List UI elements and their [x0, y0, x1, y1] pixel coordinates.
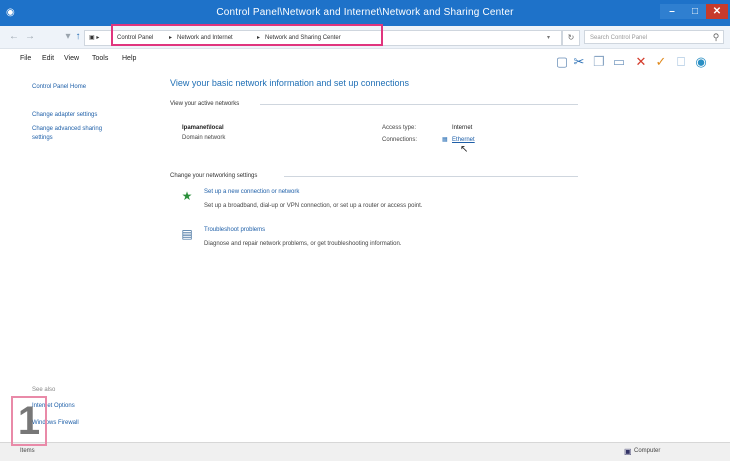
address-dropdown-icon[interactable]: ▾ [547, 34, 550, 42]
menu-help[interactable]: Help [122, 55, 136, 63]
setup-connection-link[interactable]: Set up a new connection or network [204, 189, 299, 195]
section-divider [284, 176, 578, 177]
connections-label: Connections: [382, 137, 418, 143]
step-number: 1 [17, 399, 41, 443]
menu-edit[interactable]: Edit [42, 55, 54, 63]
help-icon[interactable]: ◉ [694, 55, 708, 69]
menu-file[interactable]: File [20, 55, 31, 63]
access-type-value: Internet [452, 125, 473, 131]
close-button[interactable]: ✕ [706, 4, 728, 19]
address-highlight-box [111, 24, 383, 46]
delete-icon[interactable]: ✕ [634, 55, 648, 69]
troubleshoot-icon: ▤ [181, 227, 193, 241]
computer-icon: ▣ [624, 447, 632, 456]
page-title: View your basic network information and … [170, 78, 409, 88]
minimize-button[interactable]: – [660, 4, 684, 19]
menu-tools[interactable]: Tools [92, 55, 108, 63]
sidebar-change-adapter-settings[interactable]: Change adapter settings [32, 111, 97, 119]
setup-connection-desc: Set up a broadband, dial-up or VPN conne… [204, 203, 423, 209]
network-type: Domain network [182, 135, 226, 141]
step-marker: 1 [11, 396, 47, 446]
sidebar-change-advanced-sharing-2[interactable]: settings [32, 134, 53, 142]
new-connection-icon: ★ [181, 189, 193, 203]
up-icon[interactable]: ↑ [72, 31, 84, 43]
main-content: View your basic network information and … [160, 69, 730, 442]
status-zone: Computer [634, 448, 661, 454]
menu-view[interactable]: View [64, 55, 79, 63]
sidebar-change-advanced-sharing[interactable]: Change advanced sharing [32, 125, 102, 133]
section-divider [260, 104, 578, 105]
see-also-heading: See also [32, 387, 56, 393]
change-settings-label: Change your networking settings [170, 173, 258, 179]
status-bar: Items ▣ Computer [0, 442, 730, 461]
status-items: Items [20, 448, 35, 454]
window: ◉ Control Panel\Network and Internet\Net… [0, 0, 730, 461]
check-icon[interactable]: ✓ [654, 55, 668, 69]
sidebar-control-panel-home[interactable]: Control Panel Home [32, 83, 86, 91]
cut-icon[interactable]: ✂ [572, 55, 586, 69]
sidebar: Control Panel Home Change adapter settin… [0, 69, 160, 442]
access-type-label: Access type: [382, 125, 417, 131]
troubleshoot-link[interactable]: Troubleshoot problems [204, 227, 265, 233]
back-icon[interactable]: ← [8, 31, 20, 43]
mouse-cursor-icon: ↖ [460, 144, 469, 155]
properties-icon[interactable]: ⎕ [674, 55, 688, 69]
ethernet-connection-link[interactable]: Ethernet [452, 137, 475, 143]
active-networks-label: View your active networks [170, 101, 240, 107]
window-title: Control Panel\Network and Internet\Netwo… [216, 7, 514, 18]
forward-icon[interactable]: → [24, 31, 36, 43]
copy-icon[interactable]: ❐ [592, 55, 606, 69]
title-bar: ◉ Control Panel\Network and Internet\Net… [0, 0, 730, 26]
troubleshoot-desc: Diagnose and repair network problems, or… [204, 241, 402, 247]
control-panel-icon: ▣ ▸ [89, 35, 100, 41]
page-icon[interactable]: ▢ [555, 55, 569, 69]
refresh-button[interactable]: ↻ [562, 30, 580, 46]
search-input[interactable]: Search Control Panel [584, 30, 724, 44]
ethernet-icon: ▦ [442, 137, 448, 143]
paste-icon[interactable]: ▭ [612, 55, 626, 69]
maximize-button[interactable]: □ [684, 4, 706, 19]
network-name: Ipamanet\local [182, 125, 224, 131]
search-icon[interactable]: ⚲ [710, 31, 722, 43]
